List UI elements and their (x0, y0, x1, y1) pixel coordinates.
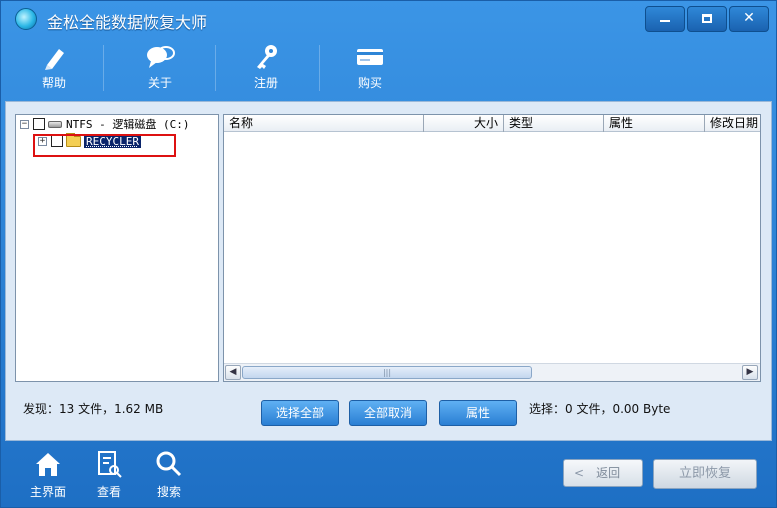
drive-checkbox[interactable] (33, 118, 45, 130)
help-label: 帮助 (41, 76, 66, 90)
maximize-button[interactable] (687, 6, 727, 32)
help-button[interactable]: 帮助 (21, 43, 87, 95)
toolbar-divider (103, 45, 104, 91)
column-modified-date[interactable]: 修改日期 (705, 115, 760, 132)
column-name[interactable]: 名称 (224, 115, 424, 132)
maximize-icon (702, 14, 712, 23)
home-label: 主界面 (29, 485, 66, 499)
view-label: 查看 (96, 485, 121, 499)
toolbar-divider (215, 45, 216, 91)
app-window: 金松全能数据恢复大师 ✕ 帮助 关于 注册 购买 − NTFS - 逻辑磁盘 (… (0, 0, 777, 508)
back-label: 返回 (596, 466, 621, 480)
home-icon (33, 449, 63, 479)
purchase-button[interactable]: 购买 (337, 43, 403, 95)
drive-icon (48, 120, 62, 128)
close-button[interactable]: ✕ (729, 6, 769, 32)
register-label: 注册 (253, 76, 278, 90)
scroll-left-icon[interactable]: ◀ (225, 365, 241, 380)
home-button[interactable]: 主界面 (22, 447, 74, 503)
selection-status: 选择：0 文件，0.00 Byte (529, 402, 671, 416)
purchase-label: 购买 (357, 76, 382, 90)
pen-icon (39, 43, 69, 71)
main-panel: − NTFS - 逻辑磁盘 (C:) + RECYCLER 名称 大小 类型 属… (5, 101, 772, 441)
bottom-bar: 主界面 查看 搜索 < 返回 立即恢复 (1, 443, 776, 507)
select-all-button[interactable]: 选择全部 (261, 400, 339, 426)
chat-bubbles-icon (145, 43, 175, 71)
search-button[interactable]: 搜索 (143, 447, 195, 503)
file-list[interactable]: 名称 大小 类型 属性 修改日期 ◀ ||| ▶ (223, 114, 761, 382)
deselect-all-button[interactable]: 全部取消 (349, 400, 427, 426)
tree-node-drive[interactable]: − NTFS - 逻辑磁盘 (C:) (20, 117, 189, 131)
window-title: 金松全能数据恢复大师 (47, 13, 208, 32)
found-status: 发现：13 文件，1.62 MB (23, 402, 164, 416)
back-button[interactable]: < 返回 (563, 459, 643, 487)
collapse-toggle[interactable]: − (20, 119, 29, 129)
scrollbar-thumb[interactable]: ||| (242, 366, 532, 379)
list-header: 名称 大小 类型 属性 修改日期 (224, 115, 760, 132)
column-attributes[interactable]: 属性 (604, 115, 705, 132)
toolbar-divider (319, 45, 320, 91)
column-type[interactable]: 类型 (504, 115, 604, 132)
about-button[interactable]: 关于 (127, 43, 193, 95)
recover-now-button[interactable]: 立即恢复 (653, 459, 757, 489)
column-size[interactable]: 大小 (424, 115, 504, 132)
highlight-annotation (33, 134, 176, 157)
title-bar: 金松全能数据恢复大师 ✕ (1, 1, 776, 37)
drive-label: NTFS - 逻辑磁盘 (C:) (66, 118, 190, 131)
chevron-left-icon: < (574, 466, 585, 480)
horizontal-scrollbar[interactable]: ◀ ||| ▶ (224, 363, 760, 381)
minimize-button[interactable] (645, 6, 685, 32)
key-icon (251, 43, 281, 71)
view-button[interactable]: 查看 (83, 447, 135, 503)
scroll-right-icon[interactable]: ▶ (742, 365, 758, 380)
register-button[interactable]: 注册 (233, 43, 299, 95)
about-label: 关于 (147, 76, 172, 90)
close-icon: ✕ (743, 10, 755, 26)
toolbar: 帮助 关于 注册 购买 (1, 37, 776, 99)
document-search-icon (94, 449, 124, 479)
search-label: 搜索 (156, 485, 181, 499)
magnifier-icon (154, 449, 184, 479)
minimize-icon (660, 20, 670, 22)
properties-button[interactable]: 属性 (439, 400, 517, 426)
folder-tree[interactable]: − NTFS - 逻辑磁盘 (C:) + RECYCLER (15, 114, 219, 382)
card-icon (355, 43, 385, 71)
app-logo-icon (15, 8, 37, 30)
